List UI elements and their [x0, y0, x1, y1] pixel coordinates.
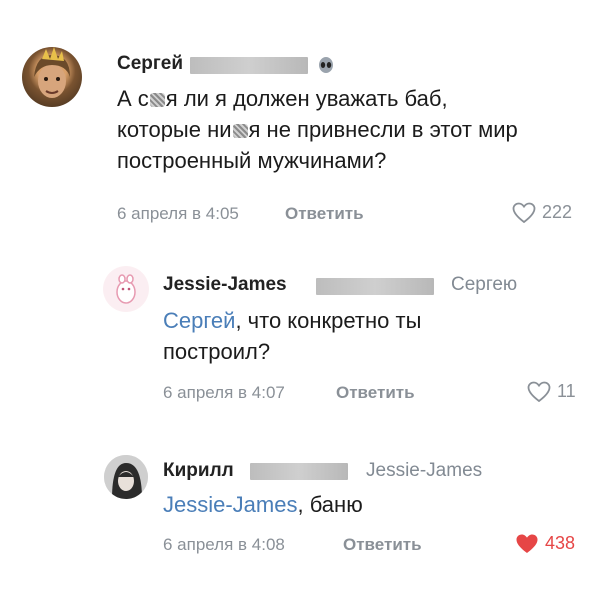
reply-button[interactable]: Ответить: [336, 383, 415, 403]
reply-button[interactable]: Ответить: [285, 204, 364, 224]
mention-link[interactable]: Jessie-James: [163, 492, 297, 517]
alien-icon: [318, 57, 334, 80]
mention-link[interactable]: Сергей: [163, 308, 235, 333]
text-line-2: которые ни я не привнесли в этот мир: [117, 117, 518, 142]
avatar-image: [104, 455, 148, 499]
avatar-image: [34, 47, 70, 98]
redacted-surname: [316, 278, 434, 295]
avatar[interactable]: [104, 455, 148, 499]
comment-text: А ся ли я должен уважать баб, которые ни…: [117, 83, 518, 176]
comment-date: 6 апреля в 4:07: [163, 383, 285, 402]
like-count: 222: [542, 202, 573, 222]
heart-filled-icon: [516, 534, 538, 553]
text-line-1: А ся ли я должен уважать баб,: [117, 86, 448, 111]
comment-date: 6 апреля в 4:05: [117, 204, 239, 223]
reply-to-name[interactable]: Jessie-James: [366, 460, 482, 482]
redacted-surname: [250, 463, 348, 480]
author-name[interactable]: Кирилл: [163, 460, 234, 482]
like-button[interactable]: 11: [527, 381, 576, 402]
like-count: 11: [557, 381, 576, 401]
text-line-3: построенный мужчинами?: [117, 148, 387, 173]
author-name[interactable]: Jessie-James: [163, 274, 287, 296]
avatar-image: [104, 267, 148, 311]
redacted-surname: [190, 57, 308, 74]
comment-text: Сергей, что конкретно ты построил?: [163, 305, 421, 367]
author-name[interactable]: Сергей: [117, 53, 183, 75]
censored-glyph: [149, 93, 165, 107]
avatar[interactable]: [22, 47, 82, 107]
comment-date: 6 апреля в 4:08: [163, 535, 285, 554]
text-line-1: Сергей, что конкретно ты: [163, 308, 422, 333]
comment-text: Jessie-James, баню: [163, 489, 363, 520]
like-button[interactable]: 222: [512, 202, 572, 223]
heart-outline-icon: [512, 202, 536, 223]
reply-button[interactable]: Ответить: [343, 535, 422, 555]
text-line-2: построил?: [163, 339, 271, 364]
reply-to-name[interactable]: Сергею: [451, 274, 517, 296]
heart-outline-icon: [527, 381, 551, 402]
like-count: 438: [545, 533, 576, 553]
avatar[interactable]: [103, 266, 149, 312]
like-button[interactable]: 438: [515, 533, 575, 554]
text-line-1: Jessie-James, баню: [163, 492, 363, 517]
censored-glyph: [232, 124, 248, 138]
